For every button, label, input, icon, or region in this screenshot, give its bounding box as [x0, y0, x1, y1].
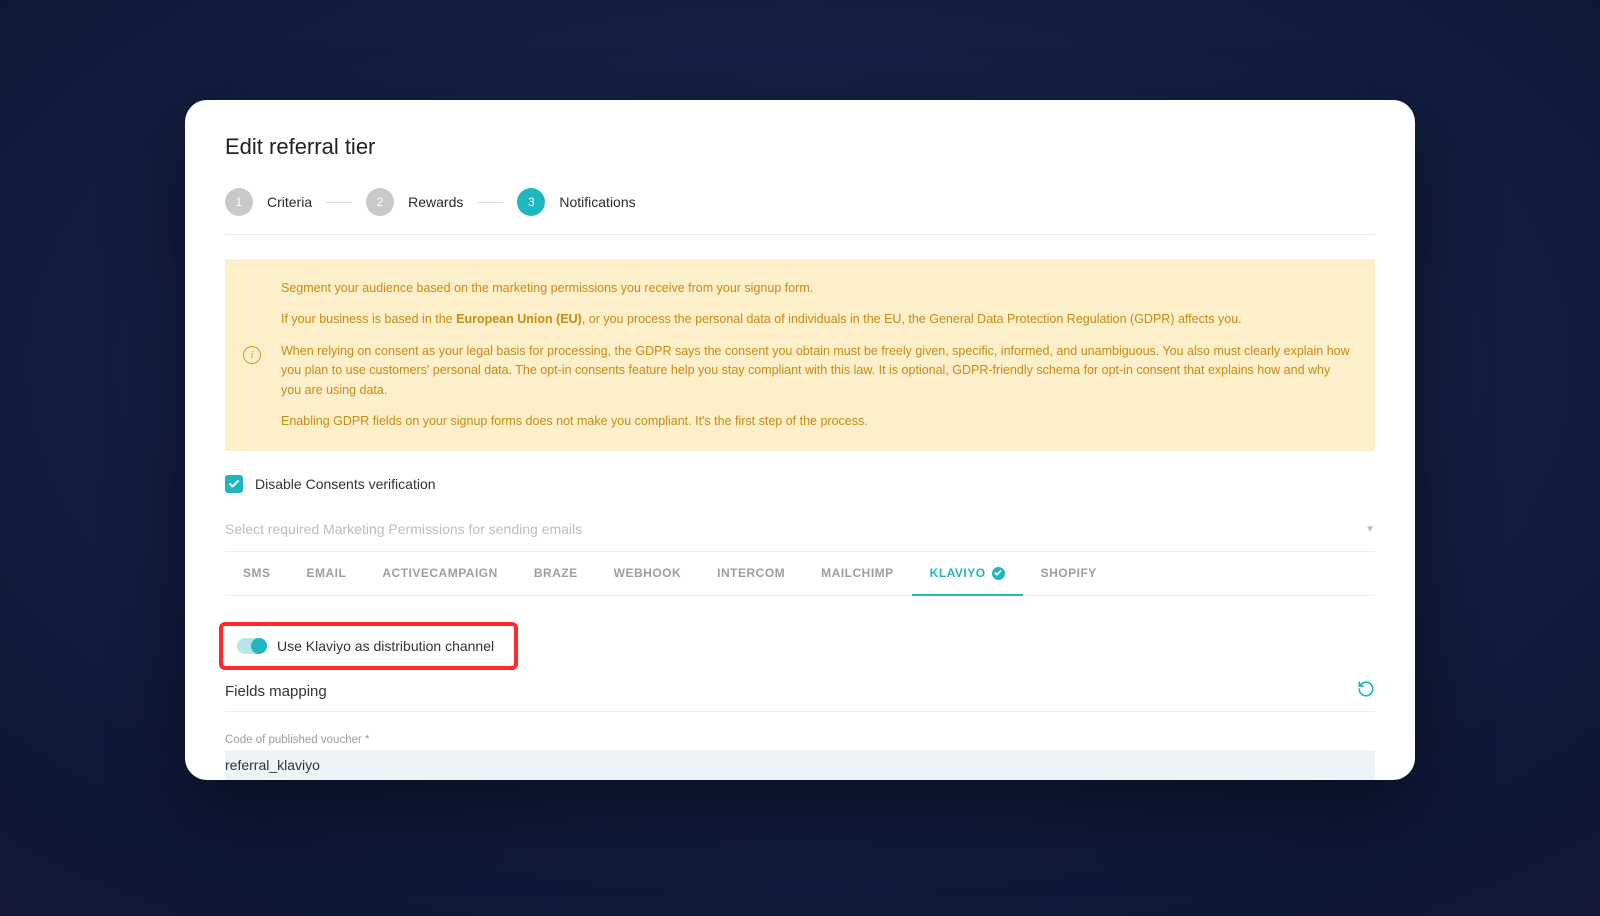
- checkbox-checked-icon[interactable]: [225, 475, 243, 493]
- step-label: Notifications: [559, 194, 635, 210]
- step-label: Criteria: [267, 194, 312, 210]
- disable-consents-row[interactable]: Disable Consents verification: [225, 475, 1375, 493]
- reset-icon[interactable]: [1357, 680, 1375, 703]
- tab-klaviyo[interactable]: KLAVIYO: [912, 552, 1023, 596]
- toggle-label: Use Klaviyo as distribution channel: [277, 638, 494, 654]
- step-number-1: 1: [225, 188, 253, 216]
- step-rewards[interactable]: 2 Rewards: [366, 188, 463, 216]
- tab-sms[interactable]: SMS: [225, 552, 289, 596]
- step-number-3: 3: [517, 188, 545, 216]
- info-icon: i: [243, 346, 261, 364]
- step-connector: [477, 202, 503, 203]
- tab-email[interactable]: EMAIL: [289, 552, 365, 596]
- step-label: Rewards: [408, 194, 463, 210]
- alert-line: Enabling GDPR fields on your signup form…: [281, 412, 1353, 431]
- disable-consents-label: Disable Consents verification: [255, 476, 436, 492]
- tab-mailchimp[interactable]: MAILCHIMP: [803, 552, 912, 596]
- settings-card: Edit referral tier 1 Criteria 2 Rewards …: [185, 100, 1415, 780]
- check-badge-icon: [992, 567, 1005, 580]
- fields-mapping-header: Fields mapping: [225, 680, 1375, 712]
- marketing-permissions-select[interactable]: Select required Marketing Permissions fo…: [225, 515, 1375, 552]
- tab-activecampaign[interactable]: ACTIVECAMPAIGN: [364, 552, 515, 596]
- alert-line: Segment your audience based on the marke…: [281, 279, 1353, 298]
- gdpr-alert: i Segment your audience based on the mar…: [225, 259, 1375, 451]
- page-title: Edit referral tier: [225, 134, 1375, 160]
- select-placeholder: Select required Marketing Permissions fo…: [225, 521, 582, 537]
- toggle-switch[interactable]: [237, 638, 267, 654]
- step-criteria[interactable]: 1 Criteria: [225, 188, 312, 216]
- channel-tabs: SMS EMAIL ACTIVECAMPAIGN BRAZE WEBHOOK I…: [225, 552, 1375, 596]
- step-connector: [326, 202, 352, 203]
- tab-intercom[interactable]: INTERCOM: [699, 552, 803, 596]
- field-label: Code of published voucher *: [225, 734, 1375, 746]
- tab-braze[interactable]: BRAZE: [516, 552, 596, 596]
- voucher-code-input[interactable]: [225, 750, 1375, 780]
- toggle-knob: [251, 638, 267, 654]
- tab-webhook[interactable]: WEBHOOK: [596, 552, 700, 596]
- alert-line: When relying on consent as your legal ba…: [281, 342, 1353, 400]
- tab-shopify[interactable]: SHOPIFY: [1023, 552, 1115, 596]
- stepper: 1 Criteria 2 Rewards 3 Notifications: [225, 188, 1375, 235]
- step-notifications[interactable]: 3 Notifications: [517, 188, 635, 216]
- highlight-annotation: Use Klaviyo as distribution channel: [219, 622, 518, 670]
- use-klaviyo-toggle-row[interactable]: Use Klaviyo as distribution channel: [233, 632, 504, 660]
- step-number-2: 2: [366, 188, 394, 216]
- fields-mapping-title: Fields mapping: [225, 683, 327, 700]
- chevron-down-icon: ▼: [1365, 524, 1375, 535]
- voucher-code-field: Code of published voucher *: [225, 734, 1375, 780]
- alert-line: If your business is based in the Europea…: [281, 310, 1353, 329]
- content-area: i Segment your audience based on the mar…: [225, 235, 1375, 780]
